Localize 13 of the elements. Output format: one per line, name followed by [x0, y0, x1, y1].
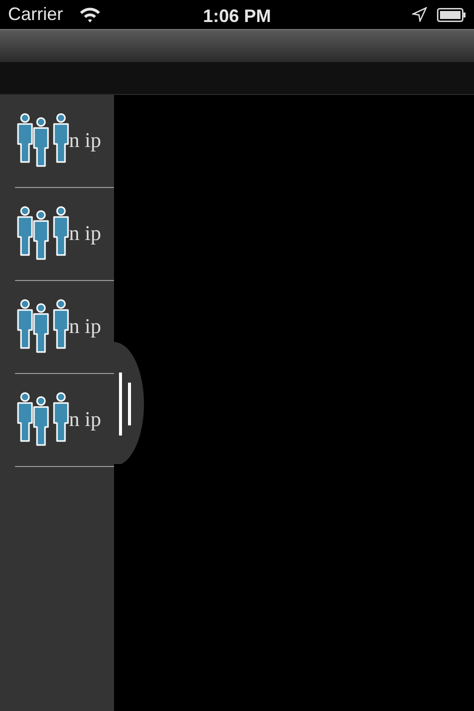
location-icon: [412, 7, 427, 22]
sidebar-item[interactable]: n ip: [15, 95, 114, 188]
clock-time: 1:06 PM: [202, 5, 272, 28]
sidebar-item[interactable]: n ip: [15, 188, 114, 281]
wifi-icon: [79, 6, 102, 23]
people-icon: [15, 298, 71, 356]
people-icon: [15, 391, 71, 449]
battery-icon: [437, 8, 466, 22]
people-icon: [15, 112, 71, 170]
people-icon: [15, 205, 71, 263]
carrier-name: Carrier: [8, 3, 64, 26]
sidebar-item[interactable]: n ip: [15, 281, 114, 374]
sidebar-item[interactable]: n ip: [15, 374, 114, 467]
